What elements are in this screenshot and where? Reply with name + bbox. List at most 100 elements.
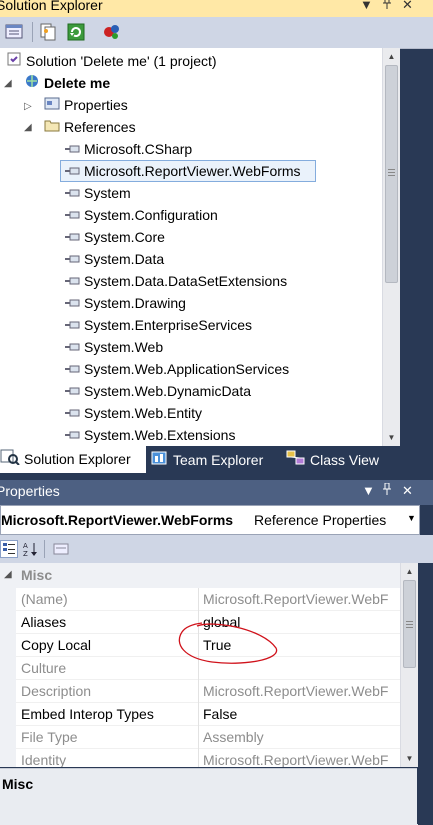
alphabetical-icon[interactable]: AZ (22, 540, 40, 558)
class-diagram-icon[interactable] (102, 22, 122, 42)
tree-project-node[interactable]: Delete me (24, 72, 110, 94)
tree-reference-item[interactable]: System.Data.DataSetExtensions (64, 270, 287, 292)
tab-label: Class View (310, 452, 379, 468)
tree-reference-item[interactable]: System.Configuration (64, 204, 218, 226)
tree-references-node[interactable]: References (44, 116, 136, 138)
reference-icon (64, 293, 80, 315)
property-row[interactable]: Identity Microsoft.ReportViewer.WebF (0, 749, 400, 767)
object-name: Microsoft.ReportViewer.WebForms (1, 512, 234, 528)
tree-reference-item[interactable]: System (64, 182, 131, 204)
properties-label: Properties (64, 97, 128, 113)
show-all-files-icon[interactable] (38, 22, 58, 42)
description-title: Misc (2, 776, 34, 792)
property-value: False (203, 706, 238, 722)
property-row[interactable]: (Name) Microsoft.ReportViewer.WebF (0, 588, 400, 611)
row-gutter (0, 634, 16, 657)
references-label: References (64, 119, 136, 135)
svg-text:Z: Z (23, 550, 28, 558)
tree-reference-item[interactable]: System.Web.DynamicData (64, 380, 251, 402)
property-row[interactable]: Description Microsoft.ReportViewer.WebF (0, 680, 400, 703)
property-name: File Type (21, 729, 78, 745)
tree-reference-item[interactable]: System.Web.Entity (64, 402, 202, 424)
explorer-tab-strip: Solution Explorer Team Explorer Class Vi… (0, 446, 433, 475)
reference-icon (64, 425, 80, 446)
solution-explorer-title: Solution Explorer (0, 0, 103, 13)
property-name: Culture (21, 660, 67, 676)
scroll-up-arrow-icon[interactable]: ▲ (401, 563, 418, 580)
team-explorer-icon (151, 447, 169, 476)
property-description-panel: Misc (0, 768, 418, 825)
dropdown-arrow-icon[interactable]: ▼ (407, 513, 416, 523)
property-grid: ◢ Misc (Name) Microsoft.ReportViewer.WebF… (0, 563, 400, 767)
tab-solution-explorer[interactable]: Solution Explorer (0, 446, 146, 473)
object-selector-dropdown[interactable]: Microsoft.ReportViewer.WebForms Referenc… (0, 505, 420, 535)
row-gutter (0, 749, 16, 767)
collapse-arrow-icon[interactable]: ◢ (4, 78, 12, 89)
property-value-cell[interactable]: Assembly (198, 726, 400, 749)
property-row[interactable]: Embed Interop Types False (0, 703, 400, 726)
pin-icon[interactable] (382, 482, 392, 498)
toolbar-separator (44, 540, 45, 558)
tree-reference-item[interactable]: System.EnterpriseServices (64, 314, 252, 336)
scroll-up-arrow-icon[interactable]: ▲ (383, 48, 400, 65)
property-pages-icon[interactable] (52, 540, 70, 558)
properties-toolbar: AZ (0, 535, 433, 563)
property-name: Aliases (21, 614, 67, 630)
property-value-cell[interactable]: False (198, 703, 400, 726)
categorized-icon[interactable] (0, 540, 18, 558)
property-value: Microsoft.ReportViewer.WebF (203, 752, 389, 767)
scrollbar-thumb[interactable] (385, 65, 398, 283)
reference-label: System (84, 185, 131, 201)
tab-team-explorer[interactable]: Team Explorer (151, 446, 263, 475)
row-gutter (0, 726, 16, 749)
tree-reference-item[interactable]: System.Web.Extensions (64, 424, 235, 446)
solution-explorer-titlebar[interactable]: Solution Explorer ▼ ✕ (0, 0, 433, 17)
tree-reference-item[interactable]: System.Drawing (64, 292, 186, 314)
properties-vertical-scrollbar[interactable]: ▲ ▼ (400, 563, 418, 767)
tree-solution-node[interactable]: Solution 'Delete me' (1 project) (6, 50, 217, 72)
property-row[interactable]: File Type Assembly (0, 726, 400, 749)
tree-reference-item[interactable]: System.Data (64, 248, 164, 270)
row-gutter (0, 703, 16, 726)
refresh-icon[interactable] (66, 22, 86, 42)
open-folder-icon (44, 117, 60, 139)
close-icon[interactable]: ✕ (402, 483, 413, 499)
reference-icon (64, 381, 80, 403)
expand-arrow-icon[interactable]: ▷ (24, 101, 32, 112)
scroll-down-arrow-icon[interactable]: ▼ (401, 750, 418, 767)
row-gutter (0, 588, 16, 611)
reference-icon (64, 161, 80, 183)
tree-reference-item[interactable]: Microsoft.ReportViewer.WebForms (64, 160, 301, 182)
reference-label: System.Data (84, 251, 165, 267)
reference-label: Microsoft.ReportViewer.WebForms (84, 163, 301, 179)
tree-reference-item[interactable]: Microsoft.CSharp (64, 138, 192, 160)
property-value: Microsoft.ReportViewer.WebF (203, 683, 389, 699)
pin-icon[interactable] (382, 0, 392, 12)
property-value-cell[interactable]: Microsoft.ReportViewer.WebF (198, 749, 400, 767)
collapse-arrow-icon[interactable]: ◢ (24, 122, 32, 133)
tree-reference-item[interactable]: System.Core (64, 226, 165, 248)
dropdown-arrow-icon[interactable]: ▼ (360, 0, 373, 12)
reference-icon (64, 227, 80, 249)
reference-label: System.Web.ApplicationServices (84, 361, 290, 377)
row-gutter (0, 657, 16, 680)
reference-icon (64, 249, 80, 271)
properties-title: Properties (0, 483, 60, 499)
scrollbar-thumb[interactable] (403, 580, 416, 668)
properties-titlebar[interactable]: Properties ▼ ✕ (0, 480, 433, 505)
object-kind: Reference Properties (254, 512, 387, 528)
close-icon[interactable]: ✕ (402, 0, 413, 13)
dropdown-arrow-icon[interactable]: ▼ (362, 483, 375, 498)
tree-reference-item[interactable]: System.Web (64, 336, 163, 358)
property-value-cell[interactable]: Microsoft.ReportViewer.WebF (198, 680, 400, 703)
property-value-cell[interactable]: Microsoft.ReportViewer.WebF (198, 588, 400, 611)
properties-icon[interactable] (4, 22, 24, 42)
reference-icon (64, 205, 80, 227)
collapse-arrow-icon[interactable]: ◢ (4, 569, 12, 580)
scroll-down-arrow-icon[interactable]: ▼ (383, 429, 400, 446)
tree-reference-item[interactable]: System.Web.ApplicationServices (64, 358, 289, 380)
tree-vertical-scrollbar[interactable]: ▲ ▼ (382, 48, 400, 446)
tree-properties-node[interactable]: Properties (44, 94, 128, 116)
tab-class-view[interactable]: Class View (286, 446, 379, 475)
category-misc[interactable]: ◢ Misc (0, 563, 400, 588)
